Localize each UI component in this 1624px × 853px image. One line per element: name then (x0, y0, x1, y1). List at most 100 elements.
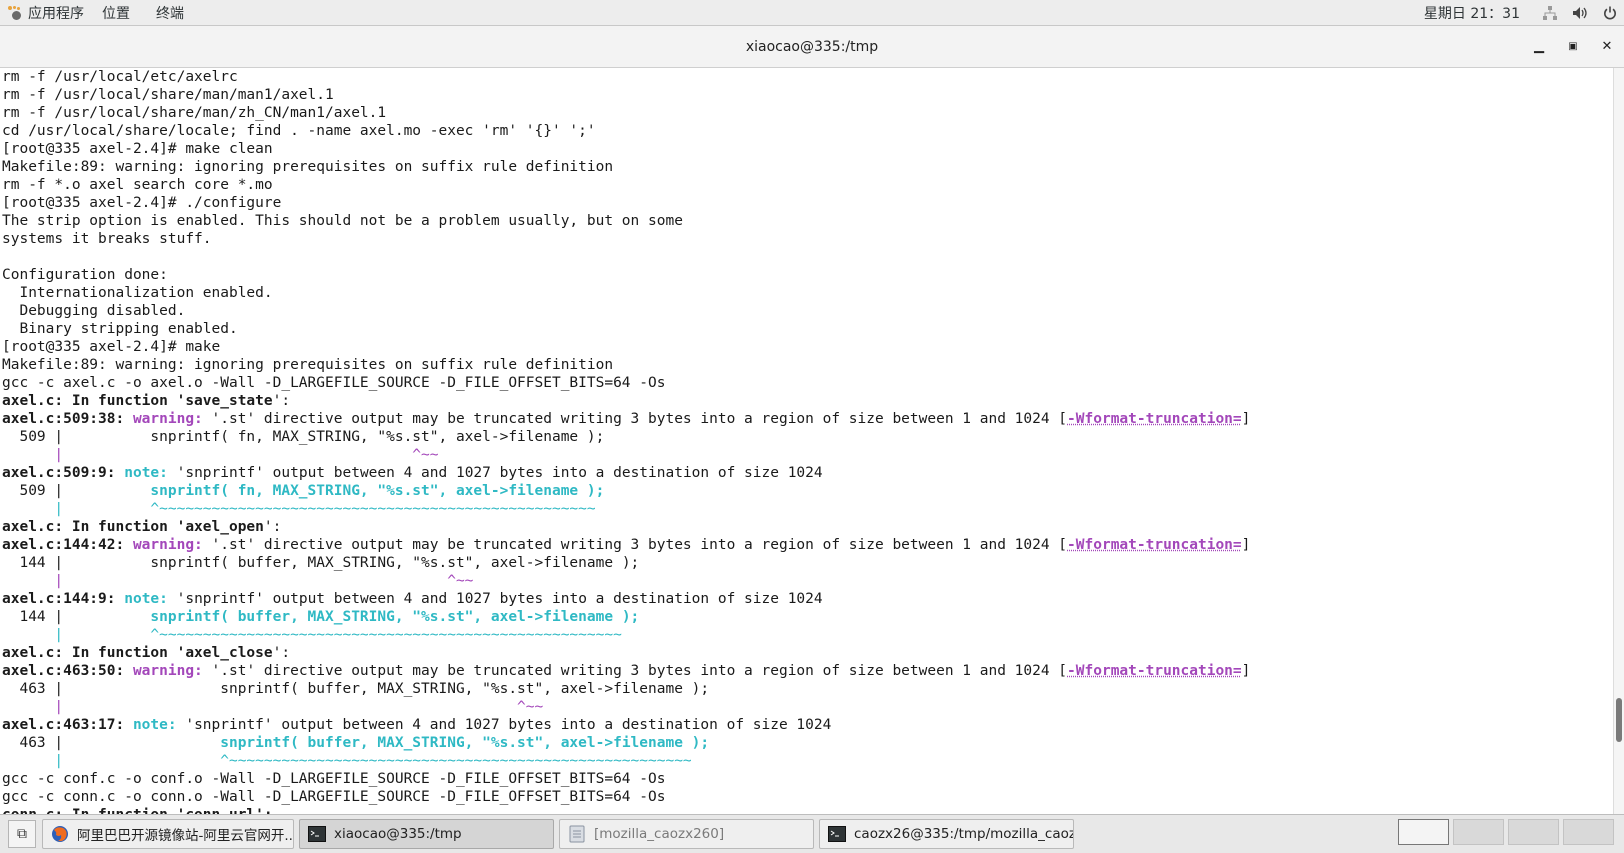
warning-end: ] (1242, 411, 1251, 427)
top-panel: 应用程序 位置 终端 星期日 21：31 (0, 0, 1624, 26)
terminal-line: gcc -c conn.c -o conn.o -Wall -D_LARGEFI… (0, 788, 1614, 806)
note-label: note: (124, 591, 168, 607)
show-desktop-button[interactable]: ⧉ (8, 820, 36, 848)
terminal-scrollbar[interactable] (1613, 68, 1624, 814)
workspace-4[interactable] (1563, 819, 1614, 845)
source-line: 509 | snprintf( fn, MAX_STRING, "%s.st",… (0, 482, 1614, 500)
workspace-2[interactable] (1453, 819, 1504, 845)
task-terminal-caozx26[interactable]: caozx26@335:/tmp/mozilla_caozx··· (819, 819, 1074, 849)
applications-menu-label: 应用程序 (28, 3, 84, 23)
note-line: axel.c:144:9: note: 'snprintf' output be… (0, 590, 1614, 608)
workspace-1[interactable] (1398, 819, 1449, 845)
source-line: 463 | snprintf( buffer, MAX_STRING, "%s.… (0, 734, 1614, 752)
terminal-output[interactable]: rm -f /usr/local/etc/axelrc rm -f /usr/l… (0, 68, 1614, 814)
taskbar: ⧉ 阿里巴巴开源镜像站-阿里云官网开... xiaocao@335:/tmp [… (0, 814, 1624, 853)
warning-flag[interactable]: -Wformat-truncation= (1067, 537, 1242, 553)
terminal-line: Debugging disabled. (0, 302, 1614, 320)
warning-label: warning: (133, 663, 203, 679)
warning-text: '.st' directive output may be truncated … (203, 537, 1067, 553)
terminal-line: Configuration done: (0, 266, 1614, 284)
caret-line: | ^~~ (0, 572, 1614, 590)
compiler-warning-block: axel.c: In function 'save_state': axel.c… (0, 392, 1614, 518)
warning-flag[interactable]: -Wformat-truncation= (1067, 411, 1242, 427)
volume-icon[interactable] (1572, 5, 1588, 21)
scrollbar-thumb[interactable] (1616, 698, 1622, 742)
terminal-menu[interactable]: 终端 (146, 3, 194, 23)
window-title: xiaocao@335:/tmp (746, 39, 878, 55)
warning-line: axel.c:463:50: warning: '.st' directive … (0, 662, 1614, 680)
network-icon[interactable] (1542, 5, 1558, 21)
function-name: axel_close (185, 645, 272, 661)
terminal-line: rm -f *.o axel search core *.mo (0, 176, 1614, 194)
source-line-number: 144 | (2, 609, 63, 625)
source-code: snprintf( buffer, MAX_STRING, "%s.st", a… (63, 555, 639, 571)
terminal-icon (828, 825, 846, 843)
note-label: note: (124, 465, 168, 481)
terminal-line: Binary stripping enabled. (0, 320, 1614, 338)
task-label: 阿里巴巴开源镜像站-阿里云官网开... (77, 824, 294, 844)
task-folder-mozilla[interactable]: [mozilla_caozx260] (559, 819, 814, 849)
warning-line: axel.c:509:38: warning: '.st' directive … (0, 410, 1614, 428)
note-text: 'snprintf' output between 4 and 1027 byt… (168, 591, 823, 607)
terminal-line: [root@335 axel-2.4]# make clean (0, 140, 1614, 158)
places-menu[interactable]: 位置 (92, 3, 140, 23)
compiler-warning-block: axel.c: In function 'axel_close': axel.c… (0, 644, 1614, 770)
applications-menu[interactable]: 应用程序 (0, 3, 84, 23)
note-line: axel.c:509:9: note: 'snprintf' output be… (0, 464, 1614, 482)
warning-end: ] (1242, 537, 1251, 553)
warning-end: ] (1242, 663, 1251, 679)
minimize-button[interactable]: ▁ (1522, 26, 1556, 67)
function-context-line: axel.c: In function 'axel_close': (0, 644, 1614, 662)
task-label: [mozilla_caozx260] (594, 826, 724, 842)
function-context-prefix: axel.c: In function ' (2, 645, 185, 661)
terminal-line: gcc -c axel.c -o axel.o -Wall -D_LARGEFI… (0, 374, 1614, 392)
task-label: xiaocao@335:/tmp (334, 826, 462, 842)
caret-line: | ^~~~~~~~~~~~~~~~~~~~~~~~~~~~~~~~~~~~~~… (0, 752, 1614, 770)
warning-line: axel.c:144:42: warning: '.st' directive … (0, 536, 1614, 554)
source-line-number: 463 | (2, 681, 63, 697)
power-icon[interactable] (1602, 5, 1618, 21)
function-context-line: axel.c: In function 'save_state': (0, 392, 1614, 410)
terminal-line: gcc -c conf.c -o conf.o -Wall -D_LARGEFI… (0, 770, 1614, 788)
source-code-highlighted: snprintf( buffer, MAX_STRING, "%s.st", a… (63, 609, 639, 625)
terminal-line: The strip option is enabled. This should… (0, 212, 1614, 230)
minimize-icon: ▁ (1534, 39, 1544, 54)
source-line: 509 | snprintf( fn, MAX_STRING, "%s.st",… (0, 428, 1614, 446)
source-line-number: 509 | (2, 429, 63, 445)
warning-flag[interactable]: -Wformat-truncation= (1067, 663, 1242, 679)
warning-text: '.st' directive output may be truncated … (203, 663, 1067, 679)
note-location: axel.c:463:17: (2, 717, 124, 733)
function-context-suffix: ': (273, 393, 290, 409)
terminal-line: systems it breaks stuff. (0, 230, 1614, 248)
workspace-3[interactable] (1508, 819, 1559, 845)
note-location: axel.c:509:9: (2, 465, 116, 481)
function-name: save_state (185, 393, 272, 409)
terminal-line: conn.c: In function 'conn_url': (0, 806, 1614, 814)
terminal-line: Makefile:89: warning: ignoring prerequis… (0, 356, 1614, 374)
terminal-line: rm -f /usr/local/share/man/zh_CN/man1/ax… (0, 104, 1614, 122)
window-titlebar[interactable]: xiaocao@335:/tmp ▁ ▣ ✕ (0, 26, 1624, 68)
function-context-suffix: ': (273, 645, 290, 661)
maximize-button[interactable]: ▣ (1556, 26, 1590, 67)
gnome-foot-icon (8, 6, 22, 20)
terminal-line: Makefile:89: warning: ignoring prerequis… (0, 158, 1614, 176)
compiler-warning-block: axel.c: In function 'axel_open': axel.c:… (0, 518, 1614, 644)
clock[interactable]: 星期日 21：31 (1424, 3, 1520, 23)
close-icon: ✕ (1602, 39, 1613, 54)
maximize-icon: ▣ (1568, 41, 1577, 52)
task-label: caozx26@335:/tmp/mozilla_caozx··· (854, 826, 1074, 842)
terminal-line: rm -f /usr/local/etc/axelrc (0, 68, 1614, 86)
source-code: snprintf( buffer, MAX_STRING, "%s.st", a… (63, 681, 709, 697)
function-context-prefix: axel.c: In function ' (2, 519, 185, 535)
source-code-highlighted: snprintf( buffer, MAX_STRING, "%s.st", a… (63, 735, 709, 751)
note-location: axel.c:144:9: (2, 591, 116, 607)
source-line-number: 144 | (2, 555, 63, 571)
close-button[interactable]: ✕ (1590, 26, 1624, 67)
task-terminal-xiaocao[interactable]: xiaocao@335:/tmp (299, 819, 554, 849)
warning-text: '.st' directive output may be truncated … (203, 411, 1067, 427)
task-firefox[interactable]: 阿里巴巴开源镜像站-阿里云官网开... (42, 819, 294, 849)
caret-line: | ^~~ (0, 698, 1614, 716)
warning-label: warning: (133, 411, 203, 427)
function-context-suffix: ': (264, 519, 281, 535)
source-line: 463 | snprintf( buffer, MAX_STRING, "%s.… (0, 680, 1614, 698)
